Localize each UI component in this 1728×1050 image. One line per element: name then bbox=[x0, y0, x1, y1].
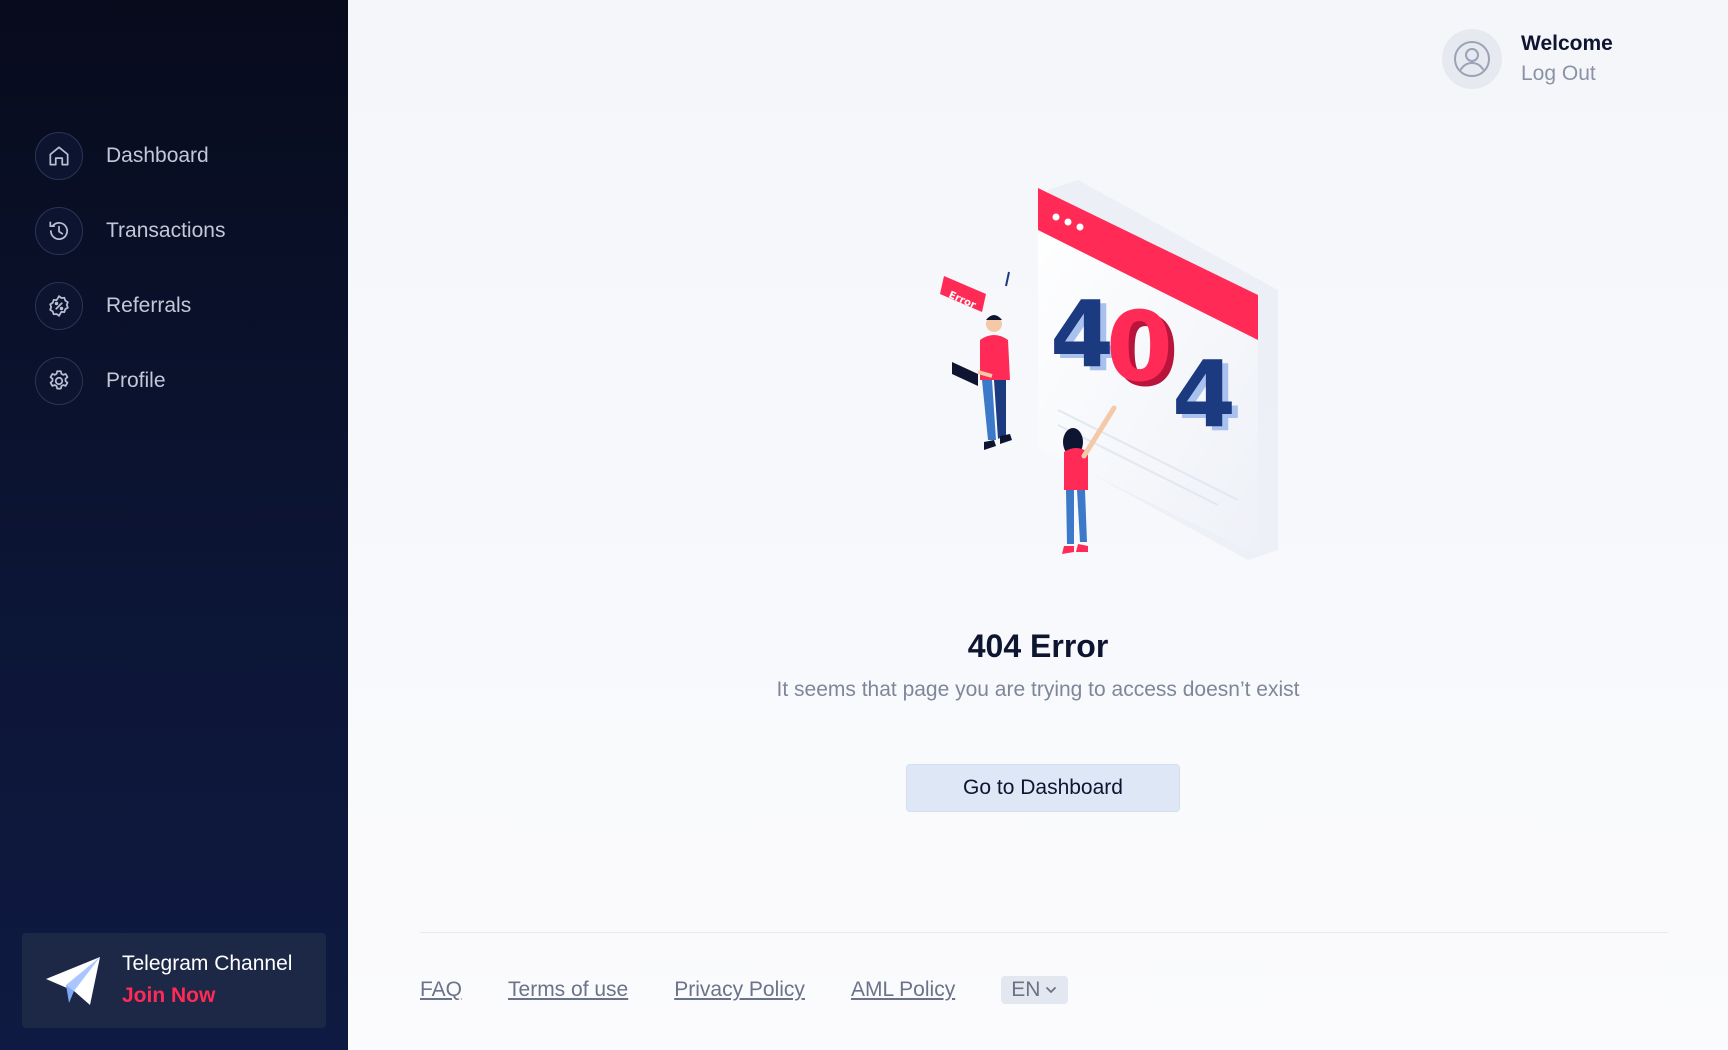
footer-link-faq[interactable]: FAQ bbox=[420, 978, 462, 1002]
digit-4-left: 4 bbox=[1050, 281, 1114, 388]
chevron-down-icon bbox=[1046, 987, 1057, 994]
footer-divider bbox=[420, 932, 1668, 933]
page-title: 404 Error bbox=[967, 628, 1109, 664]
digit-4-right: 4 bbox=[1172, 341, 1236, 448]
sidebar: Dashboard Transactions Referrals Profile bbox=[0, 0, 348, 1050]
footer: FAQ Terms of use Privacy Policy AML Poli… bbox=[420, 976, 1069, 1004]
join-now-link[interactable]: Join Now bbox=[122, 979, 292, 1013]
sidebar-nav: Dashboard Transactions Referrals Profile bbox=[35, 132, 315, 432]
telegram-channel-card[interactable]: Telegram Channel Join Now bbox=[22, 933, 326, 1028]
sidebar-item-label: Profile bbox=[106, 369, 166, 392]
user-menu: Welcome Log Out bbox=[1442, 29, 1613, 89]
user-text: Welcome Log Out bbox=[1521, 29, 1613, 89]
logout-link[interactable]: Log Out bbox=[1521, 59, 1613, 89]
sidebar-item-transactions[interactable]: Transactions bbox=[35, 207, 315, 255]
footer-link-terms[interactable]: Terms of use bbox=[508, 978, 628, 1002]
page-subtitle: It seems that page you are trying to acc… bbox=[776, 678, 1300, 701]
user-circle-icon[interactable] bbox=[1442, 29, 1502, 89]
telegram-title: Telegram Channel bbox=[122, 951, 293, 975]
welcome-label: Welcome bbox=[1521, 32, 1613, 55]
footer-link-aml[interactable]: AML Policy bbox=[851, 978, 955, 1002]
sidebar-item-label: Referrals bbox=[106, 294, 192, 317]
footer-link-privacy[interactable]: Privacy Policy bbox=[674, 978, 805, 1002]
language-value: EN bbox=[1011, 978, 1041, 1001]
percent-badge-icon bbox=[35, 282, 83, 330]
gear-icon bbox=[35, 357, 83, 405]
home-icon bbox=[35, 132, 83, 180]
telegram-text: Telegram Channel Join Now bbox=[122, 949, 292, 1013]
404-illustration: 4 4 0 0 4 4 Error bbox=[940, 180, 1278, 560]
history-icon bbox=[35, 207, 83, 255]
digit-0: 0 bbox=[1106, 291, 1173, 403]
go-to-dashboard-button[interactable]: Go to Dashboard bbox=[906, 764, 1180, 812]
language-select[interactable]: EN bbox=[1001, 976, 1069, 1004]
paper-plane-icon bbox=[46, 956, 100, 1005]
sidebar-item-dashboard[interactable]: Dashboard bbox=[35, 132, 315, 180]
sidebar-item-label: Dashboard bbox=[106, 144, 209, 167]
sidebar-item-referrals[interactable]: Referrals bbox=[35, 282, 315, 330]
main-content: Welcome Log Out 4 4 0 0 4 4 Error 404 Er… bbox=[348, 0, 1728, 1050]
sidebar-item-profile[interactable]: Profile bbox=[35, 357, 315, 405]
sidebar-item-label: Transactions bbox=[106, 219, 226, 242]
